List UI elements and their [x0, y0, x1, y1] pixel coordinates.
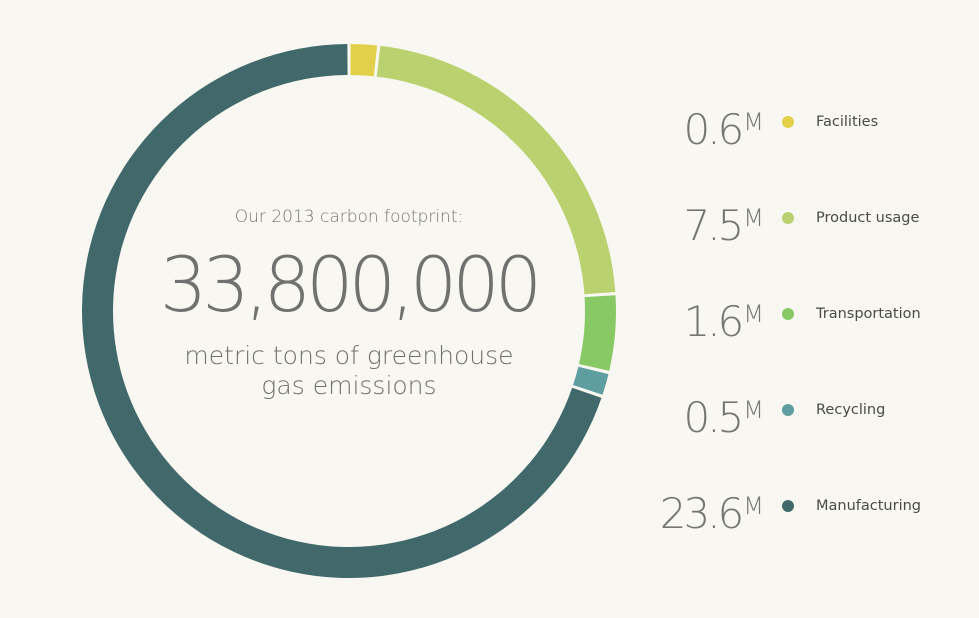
legend-item-transportation: 1.6M Transportation — [640, 284, 970, 346]
legend-swatch — [782, 308, 794, 320]
legend-label: Transportation — [816, 306, 921, 322]
legend-swatch — [782, 116, 794, 128]
donut-slice-transportation — [578, 295, 616, 371]
legend-value: 23.6M — [659, 489, 764, 538]
legend-value: 1.6M — [683, 297, 764, 346]
legend-value: 0.5M — [683, 393, 764, 442]
legend-swatch — [782, 500, 794, 512]
legend: 0.6M Facilities 7.5M Product usage 1.6M … — [640, 0, 970, 618]
legend-label: Recycling — [816, 402, 886, 418]
legend-label: Facilities — [816, 114, 879, 130]
legend-value: 7.5M — [683, 201, 764, 250]
legend-item-facilities: 0.6M Facilities — [640, 92, 970, 154]
legend-item-recycling: 0.5M Recycling — [640, 380, 970, 442]
legend-swatch — [782, 212, 794, 224]
legend-label: Product usage — [816, 210, 920, 226]
legend-label: Manufacturing — [816, 498, 921, 514]
legend-item-product-usage: 7.5M Product usage — [640, 188, 970, 250]
legend-swatch — [782, 404, 794, 416]
legend-value: 0.6M — [683, 105, 764, 154]
legend-item-manufacturing: 23.6M Manufacturing — [640, 476, 970, 538]
donut-slice-facilities — [350, 44, 378, 77]
donut-slice-product-usage — [376, 45, 616, 295]
